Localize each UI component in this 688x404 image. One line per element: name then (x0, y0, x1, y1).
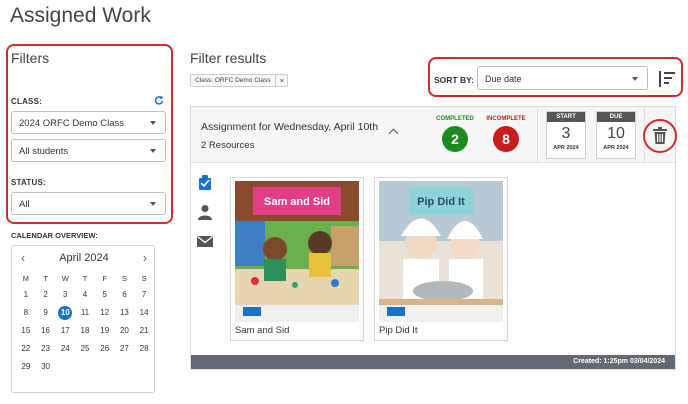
calendar-day-selected[interactable]: 10 (58, 306, 73, 320)
status-select-value: All (19, 199, 30, 210)
assignment-card: Assignment for Wednesday, April 10th 2 R… (190, 106, 677, 370)
start-date-label: START (547, 112, 585, 122)
calendar-day[interactable]: 14 (134, 304, 154, 322)
calendar-day[interactable]: 4 (75, 286, 95, 304)
calendar-weekday: F (102, 274, 107, 283)
assignment-resources-count: 2 Resources (201, 140, 255, 151)
calendar-day[interactable]: 17 (55, 322, 75, 340)
person-icon[interactable] (197, 204, 213, 220)
calendar-day[interactable]: 9 (36, 304, 56, 322)
book-cover-sam-and-sid[interactable]: Sam and Sid (235, 181, 359, 322)
filter-chip-label: Class: ORFC Demo Class (195, 77, 271, 84)
calendar-day[interactable]: 24 (55, 340, 75, 358)
calendar-month: April 2024 (59, 252, 109, 264)
book-cover-title: Pip Did It (417, 196, 465, 208)
due-date-label: DUE (597, 112, 635, 122)
calendar-day[interactable]: 22 (16, 340, 36, 358)
calendar-weekday: M (22, 274, 29, 283)
resource-card[interactable]: Pip Did It Pip Did It (374, 177, 508, 341)
calendar-day[interactable]: 25 (75, 340, 95, 358)
students-select[interactable]: All students (11, 139, 166, 162)
book-cover-title: Sam and Sid (264, 196, 330, 208)
assignment-title: Assignment for Wednesday, April 10th (201, 121, 379, 133)
calendar-weekday: S (141, 274, 147, 283)
calendar-day[interactable]: 18 (75, 322, 95, 340)
calendar-day[interactable]: 27 (115, 340, 135, 358)
book-title[interactable]: Pip Did It (379, 325, 418, 336)
status-select[interactable]: All (11, 192, 166, 215)
calendar-day[interactable]: 2 (36, 286, 56, 304)
resources-icon[interactable] (197, 175, 213, 191)
calendar-overview-label: CALENDAR OVERVIEW: (11, 231, 98, 240)
chip-close-icon[interactable]: × (275, 75, 287, 86)
calendar-day[interactable]: 1 (16, 286, 36, 304)
calendar-day[interactable]: 7 (134, 286, 154, 304)
chevron-down-icon (150, 202, 156, 206)
calendar-weekday: T (43, 274, 48, 283)
due-date-month: APR 2024 (603, 145, 629, 151)
resource-card[interactable]: Sam and Sid Sam and Sid (230, 177, 364, 341)
class-select-value: 2024 ORFC Demo Class (19, 118, 125, 129)
sort-by-label: SORT BY: (434, 75, 474, 85)
calendar-day[interactable]: 19 (95, 322, 115, 340)
page-title: Assigned Work (10, 4, 151, 27)
calendar-weekday: W (61, 274, 69, 283)
calendar-weekday: S (121, 274, 127, 283)
calendar-next-button[interactable]: › (143, 252, 147, 264)
calendar-day[interactable]: 11 (75, 304, 95, 322)
start-date: START 3 APR 2024 (546, 111, 586, 159)
calendar-day[interactable]: 13 (115, 304, 135, 322)
sort-select-value: Due date (485, 74, 522, 84)
calendar-grid: M T W T F S S 1 2 3 4 5 6 7 8 9 10 11 12 13 14 15 16 17 18 19 20 21… (16, 272, 154, 376)
calendar-weekday: T (82, 274, 88, 283)
completed-count[interactable]: 2 (442, 126, 468, 152)
refresh-icon[interactable] (154, 95, 164, 105)
chevron-down-icon (150, 121, 156, 125)
class-label: CLASS: (11, 97, 42, 106)
calendar-day[interactable]: 6 (115, 286, 135, 304)
calendar-day[interactable]: 15 (16, 322, 36, 340)
calendar-day[interactable]: 3 (55, 286, 75, 304)
completed-label: COMPLETED (436, 116, 474, 122)
created-footer: Created: 1:25pm 03/04/2024 (191, 355, 675, 369)
calendar-day[interactable]: 8 (16, 304, 36, 322)
calendar-day[interactable]: 10 (55, 304, 75, 322)
start-date-month: APR 2024 (553, 145, 579, 151)
calendar-day[interactable]: 12 (95, 304, 115, 322)
calendar-day[interactable]: 5 (95, 286, 115, 304)
chevron-down-icon (150, 149, 156, 153)
class-select[interactable]: 2024 ORFC Demo Class (11, 111, 166, 134)
students-select-value: All students (19, 146, 69, 157)
incomplete-count[interactable]: 8 (493, 126, 519, 152)
calendar-day[interactable]: 26 (95, 340, 115, 358)
calendar-day[interactable]: 20 (115, 322, 135, 340)
status-label: STATUS: (11, 178, 46, 187)
sort-select[interactable]: Due date (477, 66, 648, 90)
book-title[interactable]: Sam and Sid (235, 325, 289, 336)
calendar-day[interactable]: 16 (36, 322, 56, 340)
book-cover-pip-did-it[interactable]: Pip Did It (379, 181, 503, 322)
filter-chip: Class: ORFC Demo Class × (190, 74, 289, 87)
filter-results-title: Filter results (190, 50, 267, 66)
due-date: DUE 10 APR 2024 (596, 111, 636, 159)
calendar-day[interactable]: 23 (36, 340, 56, 358)
calendar-day[interactable]: 29 (16, 358, 36, 376)
calendar-day[interactable]: 30 (36, 358, 56, 376)
assignment-header[interactable]: Assignment for Wednesday, April 10th 2 R… (191, 107, 677, 163)
incomplete-label: INCOMPLETE (486, 116, 526, 122)
trash-icon[interactable] (653, 127, 667, 144)
mail-icon[interactable] (197, 233, 213, 249)
calendar: ‹ April 2024 › M T W T F S S 1 2 3 4 5 6 7 8 9 10 11 12 13 1… (11, 245, 155, 393)
due-date-day: 10 (607, 125, 625, 142)
start-date-day: 3 (561, 125, 571, 142)
side-icons (197, 175, 213, 262)
filters-title: Filters (11, 50, 50, 66)
chevron-up-icon[interactable] (388, 128, 399, 139)
chevron-down-icon (632, 77, 638, 81)
calendar-day[interactable]: 21 (134, 322, 154, 340)
divider (537, 107, 538, 163)
sort-order-icon[interactable] (658, 70, 676, 88)
calendar-day[interactable]: 28 (134, 340, 154, 358)
